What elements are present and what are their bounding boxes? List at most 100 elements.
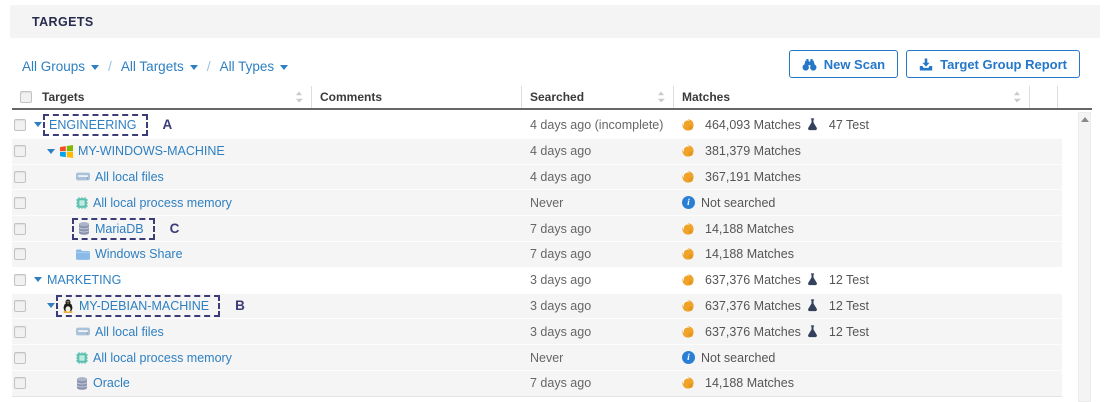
comments-cell bbox=[312, 112, 522, 138]
table-row: MY-DEBIAN-MACHINE B 3 days ago637,376 Matc… bbox=[12, 293, 1062, 319]
matches-cell: 637,376 Matches12 Test bbox=[674, 267, 1062, 293]
target-link[interactable]: All local files bbox=[95, 170, 164, 184]
windows-icon bbox=[60, 145, 73, 158]
drive-icon bbox=[76, 171, 90, 182]
searched-cell: 7 days ago bbox=[522, 242, 674, 267]
comments-cell bbox=[312, 294, 522, 319]
column-header-searched[interactable]: Searched bbox=[530, 90, 584, 104]
column-header-extra-2 bbox=[1058, 86, 1092, 108]
linux-icon bbox=[62, 299, 74, 313]
annotation-label-b: B bbox=[235, 298, 245, 313]
searched-cell: 3 days ago bbox=[522, 267, 674, 293]
target-link[interactable]: MY-DEBIAN-MACHINE bbox=[79, 299, 209, 313]
row-checkbox-cell bbox=[12, 139, 34, 164]
select-all-checkbox[interactable] bbox=[20, 91, 32, 103]
target-link[interactable]: All local process memory bbox=[93, 351, 232, 365]
searched-cell: 7 days ago bbox=[522, 216, 674, 241]
comments-cell bbox=[312, 190, 522, 215]
searched-cell: 7 days ago bbox=[522, 371, 674, 396]
database-icon bbox=[76, 377, 88, 390]
comments-cell bbox=[312, 165, 522, 190]
row-checkbox-cell bbox=[12, 190, 34, 215]
filter-all-groups[interactable]: All Groups bbox=[22, 59, 99, 74]
searched-cell: 3 days ago bbox=[522, 294, 674, 319]
matches-icon bbox=[682, 274, 694, 286]
table-row: MariaDB C 7 days ago 14,188 Matches bbox=[12, 215, 1062, 241]
expand-caret-icon[interactable] bbox=[34, 277, 42, 282]
target-link[interactable]: Oracle bbox=[93, 376, 130, 390]
row-checkbox[interactable] bbox=[14, 223, 26, 235]
filter-separator: / bbox=[207, 58, 211, 74]
column-header-comments[interactable]: Comments bbox=[320, 90, 382, 104]
test-count: 12 Test bbox=[829, 299, 869, 313]
filter-all-types[interactable]: All Types bbox=[220, 59, 289, 74]
target-link[interactable]: MY-WINDOWS-MACHINE bbox=[78, 144, 225, 158]
target-group-report-button[interactable]: Target Group Report bbox=[906, 50, 1080, 78]
column-header-extra-1 bbox=[1030, 86, 1058, 108]
new-scan-button[interactable]: New Scan bbox=[789, 50, 898, 78]
row-checkbox[interactable] bbox=[14, 352, 26, 364]
page-title: TARGETS bbox=[32, 15, 94, 29]
expand-caret-icon[interactable] bbox=[47, 303, 55, 308]
row-checkbox[interactable] bbox=[14, 145, 26, 157]
row-checkbox[interactable] bbox=[14, 119, 26, 131]
scroll-up-icon[interactable] bbox=[1081, 117, 1089, 401]
chevron-down-icon bbox=[190, 65, 198, 70]
annotation-label-a: A bbox=[163, 117, 173, 132]
memory-icon bbox=[76, 197, 88, 209]
binoculars-icon bbox=[802, 58, 817, 71]
comments-cell bbox=[312, 216, 522, 241]
table-row: MY-WINDOWS-MACHINE4 days ago381,379 Matc… bbox=[12, 138, 1062, 164]
annotation-label-c: C bbox=[170, 221, 180, 236]
matches-count: 14,188 Matches bbox=[705, 222, 794, 236]
sort-matches-icon[interactable] bbox=[1013, 91, 1021, 103]
expand-caret-icon[interactable] bbox=[34, 122, 42, 127]
row-checkbox[interactable] bbox=[14, 248, 26, 260]
row-checkbox[interactable] bbox=[14, 274, 26, 286]
matches-cell: 464,093 Matches47 Test bbox=[674, 112, 1062, 138]
comments-cell bbox=[312, 139, 522, 164]
target-link[interactable]: MARKETING bbox=[47, 273, 121, 287]
column-header-targets[interactable]: Targets bbox=[42, 90, 84, 104]
sort-targets-icon[interactable] bbox=[295, 91, 303, 103]
chevron-down-icon bbox=[91, 65, 99, 70]
row-checkbox-cell bbox=[12, 242, 34, 267]
target-link[interactable]: MariaDB bbox=[95, 222, 144, 236]
test-flask-icon bbox=[807, 118, 818, 131]
test-flask-icon bbox=[807, 273, 818, 286]
target-tree-cell: Windows Share bbox=[34, 242, 312, 267]
row-checkbox[interactable] bbox=[14, 377, 26, 389]
table-scrollbar[interactable] bbox=[1078, 112, 1091, 402]
comments-cell bbox=[312, 371, 522, 396]
row-checkbox-cell bbox=[12, 112, 34, 138]
row-checkbox-cell bbox=[12, 319, 34, 344]
test-flask-icon bbox=[807, 299, 818, 312]
row-checkbox-cell bbox=[12, 216, 34, 241]
matches-count: 464,093 Matches bbox=[705, 118, 801, 132]
matches-cell: 367,191 Matches bbox=[674, 165, 1062, 190]
matches-count: 637,376 Matches bbox=[705, 325, 801, 339]
row-checkbox[interactable] bbox=[14, 326, 26, 338]
matches-count: 14,188 Matches bbox=[705, 247, 794, 261]
row-checkbox-cell bbox=[12, 165, 34, 190]
target-link[interactable]: All local process memory bbox=[93, 196, 232, 210]
matches-cell: 637,376 Matches12 Test bbox=[674, 294, 1062, 319]
row-checkbox[interactable] bbox=[14, 197, 26, 209]
table-row: All local files3 days ago637,376 Matches… bbox=[12, 318, 1062, 344]
searched-cell: Never bbox=[522, 190, 674, 215]
page-header: TARGETS bbox=[10, 5, 1100, 38]
filter-breadcrumb: All Groups / All Targets / All Types bbox=[22, 54, 288, 78]
target-link[interactable]: ENGINEERING bbox=[49, 118, 137, 132]
comments-cell bbox=[312, 345, 522, 370]
expand-caret-icon[interactable] bbox=[47, 149, 55, 154]
filter-all-targets[interactable]: All Targets bbox=[121, 59, 198, 74]
target-link[interactable]: Windows Share bbox=[95, 247, 183, 261]
sort-searched-icon[interactable] bbox=[657, 91, 665, 103]
row-checkbox-cell bbox=[12, 294, 34, 319]
row-checkbox[interactable] bbox=[14, 300, 26, 312]
row-checkbox[interactable] bbox=[14, 171, 26, 183]
matches-cell: iNot searched bbox=[674, 345, 1062, 370]
drive-icon bbox=[76, 326, 90, 337]
target-link[interactable]: All local files bbox=[95, 325, 164, 339]
column-header-matches[interactable]: Matches bbox=[682, 90, 730, 104]
